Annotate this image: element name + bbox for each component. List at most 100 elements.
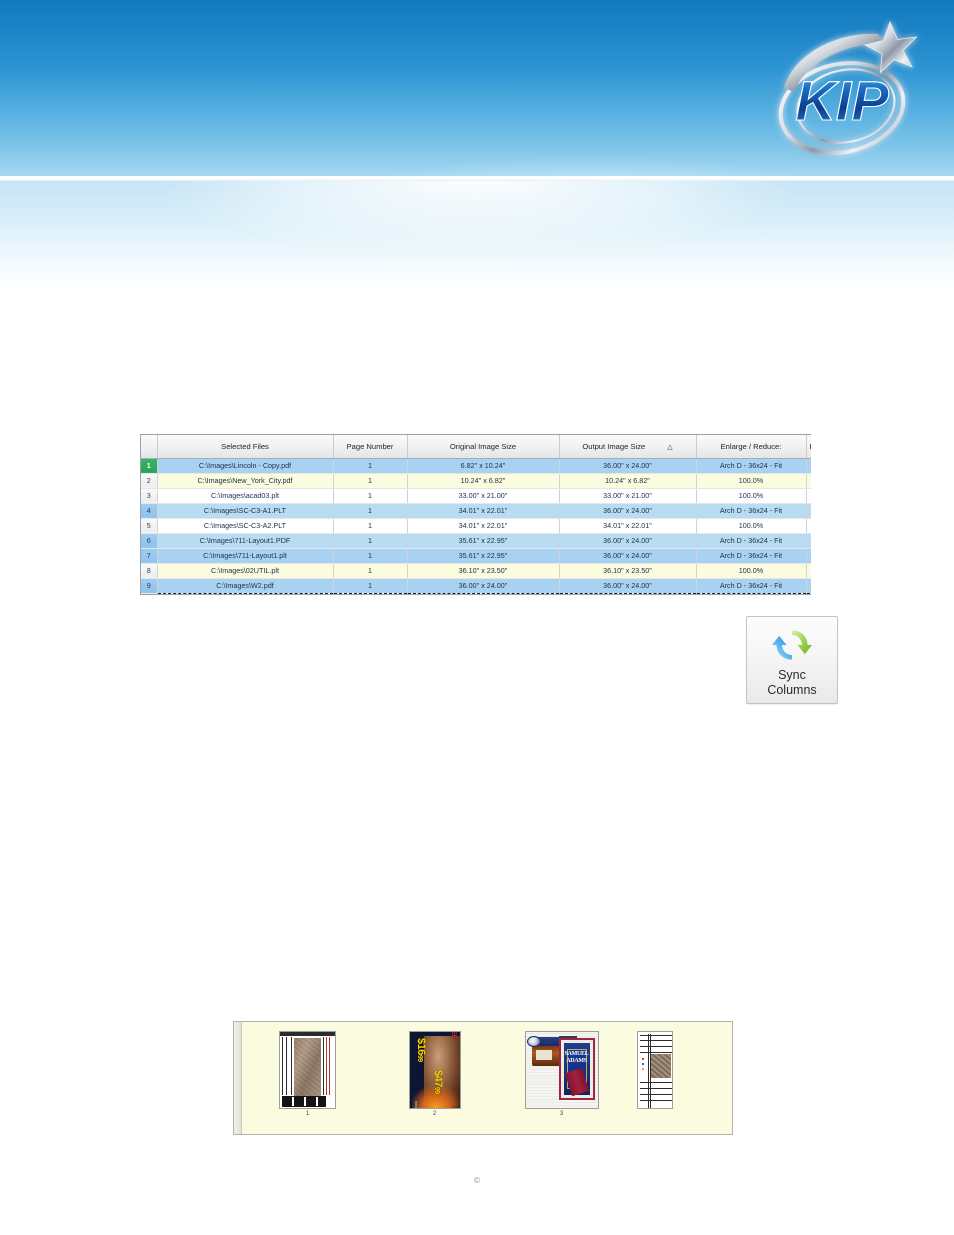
cell-original-size: 10.24" x 6.82" [407, 473, 560, 489]
kip-logo: KIP [750, 16, 936, 162]
selected-files-table[interactable]: Selected Files Page Number Original Imag… [140, 434, 811, 595]
table-row[interactable]: 2 C:\Images\New_York_City.pdf 1 10.24" x… [141, 473, 811, 489]
cell-file: C:\Images\New_York_City.pdf [157, 473, 334, 489]
cell-file: C:\Images\Lincoln - Copy.pdf [157, 458, 334, 474]
cell-page: 1 [333, 488, 408, 504]
column-header-output-image-size[interactable]: Output Image Size △ [559, 435, 697, 459]
cell-file: C:\Images\SC-C3-A2.PLT [157, 518, 334, 534]
thumbnail-site-plan-drawing[interactable] [279, 1031, 336, 1109]
cell-file: C:\Images\SC-C3-A1.PLT [157, 503, 334, 519]
row-selector[interactable]: 1 [141, 458, 158, 474]
cell-enlarge-reduce[interactable]: Arch D - 36x24 - Fit [696, 548, 807, 564]
cell-pdf-transparency[interactable] [806, 548, 811, 564]
cell-page: 1 [333, 518, 408, 534]
table-body: 1 C:\Images\Lincoln - Copy.pdf 1 6.82" x… [141, 458, 811, 594]
sync-refresh-icon [771, 630, 813, 660]
cell-output-size: 36.00" x 24.00" [559, 548, 697, 564]
header-banner: KIP [0, 0, 954, 176]
column-header-output-image-size-label: Output Image Size [582, 441, 646, 451]
table-row[interactable]: 1 C:\Images\Lincoln - Copy.pdf 1 6.82" x… [141, 458, 811, 474]
cell-pdf-transparency[interactable] [806, 503, 811, 519]
cell-pdf-transparency[interactable]: Printer [806, 533, 811, 549]
table-row-focused[interactable]: 9 C:\Images\W2.pdf 1 36.00" x 24.00" 36.… [141, 577, 811, 594]
thumbnail-number: 1 [305, 1111, 310, 1117]
cell-output-size: 36.00" x 24.00" [559, 503, 697, 519]
cell-original-size: 6.82" x 10.24" [407, 458, 560, 474]
cell-enlarge-reduce[interactable]: 100.0% [696, 488, 807, 504]
cell-output-size: 10.24" x 6.82" [559, 473, 697, 489]
cell-enlarge-reduce[interactable]: 100.0% [696, 473, 807, 489]
cell-pdf-transparency[interactable]: Printer [806, 577, 811, 594]
copyright-symbol: © [474, 1176, 480, 1185]
cell-page: 1 [333, 563, 408, 579]
cell-page: 1 [333, 458, 408, 474]
cell-output-size: 36.00" x 24.00" [559, 577, 697, 594]
cell-enlarge-reduce[interactable]: Arch D - 36x24 - Fit [696, 458, 807, 474]
cell-original-size: 36.10" x 23.50" [407, 563, 560, 579]
cell-page: 1 [333, 577, 408, 594]
cell-output-size: 34.01" x 22.01" [559, 518, 697, 534]
row-selector[interactable]: 2 [141, 473, 158, 489]
column-header-selected-files[interactable]: Selected Files [157, 435, 334, 459]
sort-ascending-icon: △ [667, 443, 673, 451]
sync-columns-button[interactable]: Sync Columns [746, 616, 838, 704]
row-selector[interactable]: 9 [141, 578, 158, 594]
row-selector[interactable]: 8 [141, 563, 158, 579]
sync-columns-label-line2: Columns [767, 683, 817, 697]
thumbnail-partial-drawing[interactable] [637, 1031, 673, 1109]
cell-original-size: 34.01" x 22.01" [407, 503, 560, 519]
row-selector[interactable]: 5 [141, 518, 158, 534]
thumbnail-samuel-adams-beer-ad[interactable]: SAMUEL ADAMS [524, 1031, 599, 1109]
table-row[interactable]: 5 C:\Images\SC-C3-A2.PLT 1 34.01" x 22.0… [141, 518, 811, 534]
table-header-row: Selected Files Page Number Original Imag… [141, 435, 811, 459]
column-header-enlarge-reduce[interactable]: Enlarge / Reduce: [696, 435, 807, 459]
cell-output-size: 33.00" x 21.00" [559, 488, 697, 504]
row-selector[interactable]: 6 [141, 533, 158, 549]
cell-page: 1 [333, 533, 408, 549]
cell-enlarge-reduce[interactable]: Arch D - 36x24 - Fit [696, 503, 807, 519]
cell-original-size: 35.61" x 22.95" [407, 548, 560, 564]
row-gutter-header [141, 435, 158, 459]
table-row[interactable]: 3 C:\Images\acad03.plt 1 33.00" x 21.00"… [141, 488, 811, 504]
cell-enlarge-reduce[interactable]: 100.0% [696, 518, 807, 534]
cell-file: C:\Images\02UTIL.plt [157, 563, 334, 579]
cell-output-size: 36.00" x 24.00" [559, 458, 697, 474]
column-header-page-number[interactable]: Page Number [333, 435, 408, 459]
cell-pdf-transparency[interactable]: Printer [806, 473, 811, 489]
cell-pdf-transparency[interactable]: Printer [806, 458, 811, 474]
table-row[interactable]: 4 C:\Images\SC-C3-A1.PLT 1 34.01" x 22.0… [141, 503, 811, 519]
cell-file: C:\Images\711-Layout1.plt [157, 548, 334, 564]
thumbnail-preview-strip[interactable]: 1 $1699 $4799 PREMIUM ANGUS BEEF BONELES… [233, 1021, 733, 1135]
thumbnail-meat-sale-poster[interactable]: $1699 $4799 PREMIUM ANGUS BEEF BONELESS [408, 1031, 461, 1109]
cell-page: 1 [333, 548, 408, 564]
cell-original-size: 36.00" x 24.00" [407, 577, 560, 594]
table-row[interactable]: 6 C:\Images\711-Layout1.PDF 1 35.61" x 2… [141, 533, 811, 549]
cell-pdf-transparency[interactable] [806, 488, 811, 504]
column-header-original-image-size[interactable]: Original Image Size [407, 435, 560, 459]
thumbnail-number: 3 [559, 1111, 564, 1117]
cell-pdf-transparency[interactable] [806, 563, 811, 579]
cell-enlarge-reduce[interactable]: 100.0% [696, 563, 807, 579]
sync-columns-label-line1: Sync [778, 668, 806, 682]
row-selector[interactable]: 3 [141, 488, 158, 504]
row-selector[interactable]: 4 [141, 503, 158, 519]
header-fade-gradient [0, 181, 954, 291]
cell-original-size: 33.00" x 21.00" [407, 488, 560, 504]
row-selector[interactable]: 7 [141, 548, 158, 564]
thumbnail-item[interactable]: $1699 $4799 PREMIUM ANGUS BEEF BONELESS … [371, 1022, 498, 1134]
cell-page: 1 [333, 473, 408, 489]
thumbnail-item[interactable]: 1 [244, 1022, 371, 1134]
table-row[interactable]: 7 C:\Images\711-Layout1.plt 1 35.61" x 2… [141, 548, 811, 564]
cell-pdf-transparency[interactable] [806, 518, 811, 534]
thumbnail-number: 2 [432, 1111, 437, 1117]
cell-page: 1 [333, 503, 408, 519]
cell-enlarge-reduce[interactable]: Arch D - 36x24 - Fit [696, 577, 807, 594]
cell-original-size: 35.61" x 22.95" [407, 533, 560, 549]
cell-enlarge-reduce[interactable]: Arch D - 36x24 - Fit [696, 533, 807, 549]
table-row[interactable]: 8 C:\Images\02UTIL.plt 1 36.10" x 23.50"… [141, 563, 811, 579]
cell-output-size: 36.10" x 23.50" [559, 563, 697, 579]
thumbnail-strip-scroll-left[interactable] [234, 1022, 242, 1134]
thumbnail-item[interactable]: 4 [625, 1022, 685, 1134]
thumbnail-item[interactable]: SAMUEL ADAMS 3 [498, 1022, 625, 1134]
column-header-pdf-transparency[interactable]: PDF Transparency [806, 435, 811, 459]
